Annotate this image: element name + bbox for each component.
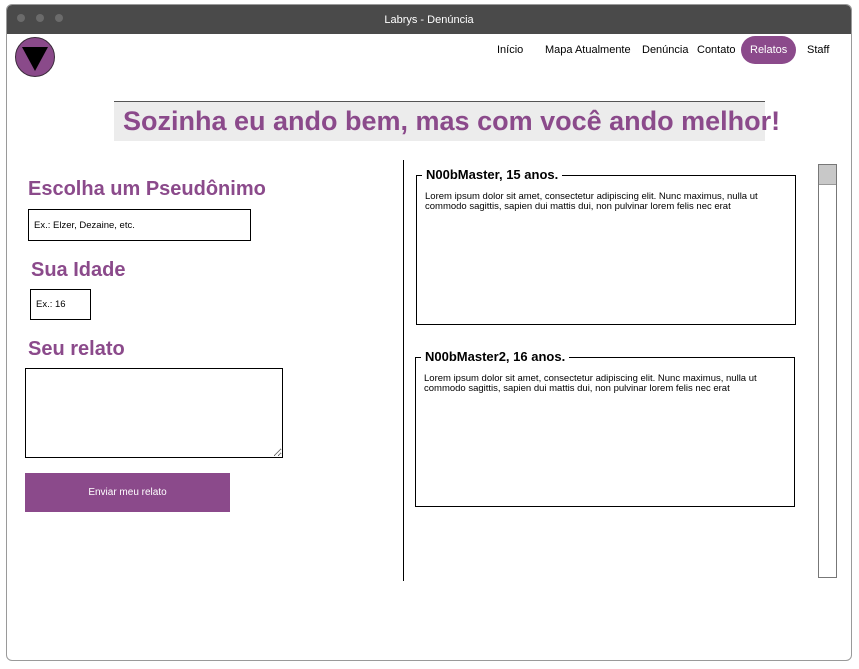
submit-report-button[interactable]: Enviar meu relato [25,473,230,512]
banner-text: Sozinha eu ando bem, mas com você ando m… [123,106,781,136]
window-controls [17,14,63,22]
nav-item-mapa-atualmente[interactable]: Mapa Atualmente [545,36,631,64]
age-input[interactable] [30,289,91,320]
column-divider [403,160,404,581]
report-card-title: N00bMaster, 15 anos. [422,167,563,183]
page-banner: Sozinha eu ando bem, mas com você ando m… [114,101,780,141]
minimize-window-button[interactable] [36,14,44,22]
nav-item-denuncia[interactable]: Denúncia [642,36,688,64]
report-card-title: N00bMaster2, 16 anos. [421,349,570,365]
maximize-window-button[interactable] [55,14,63,22]
report-card: N00bMaster, 15 anos. Lorem ipsum dolor s… [416,167,796,325]
report-label: Seu relato [28,338,125,360]
report-card-body: Lorem ipsum dolor sit amet, consectetur … [424,373,757,394]
pseudonym-input[interactable] [28,209,251,241]
report-card-body: Lorem ipsum dolor sit amet, consectetur … [425,191,758,212]
reports-scrollbar[interactable] [818,164,837,578]
browser-window: Labrys - Denúncia Início Mapa Atualmente… [6,4,852,661]
close-window-button[interactable] [17,14,25,22]
scrollbar-thumb[interactable] [819,165,836,185]
report-textarea[interactable] [25,368,283,458]
age-label: Sua Idade [31,259,126,281]
nav-item-contato[interactable]: Contato [697,36,736,64]
main-nav: Início Mapa Atualmente Denúncia Contato … [7,36,851,66]
nav-item-staff[interactable]: Staff [807,36,829,64]
window-title: Labrys - Denúncia [384,13,474,26]
pseudonym-label: Escolha um Pseudônimo [28,178,266,200]
report-card: N00bMaster2, 16 anos. Lorem ipsum dolor … [415,349,795,507]
title-bar: Labrys - Denúncia [7,5,851,34]
nav-item-inicio[interactable]: Início [497,36,523,64]
nav-item-relatos[interactable]: Relatos [741,36,797,64]
